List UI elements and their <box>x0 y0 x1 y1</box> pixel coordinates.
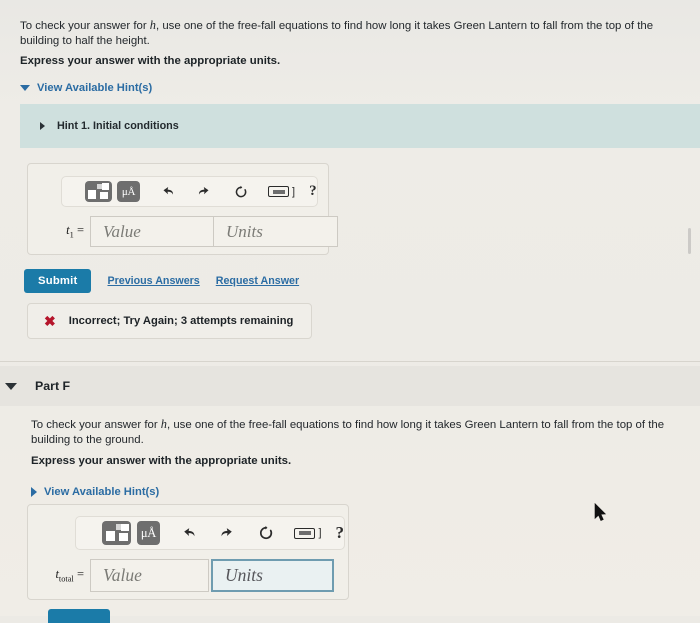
part-f-question-prefix: To check your answer for <box>31 419 161 431</box>
part-f-value-input[interactable]: Value <box>90 559 209 592</box>
chevron-right-icon <box>31 487 37 497</box>
part-e-instruction: Express your answer with the appropriate… <box>20 55 281 67</box>
units-picker-icon[interactable]: μÅ <box>136 521 161 545</box>
reset-icon[interactable] <box>234 185 248 199</box>
part-f-question: To check your answer for h, use one of t… <box>31 417 686 447</box>
part-f-units-input[interactable]: Units <box>211 559 334 592</box>
part-f-field-row: ttotal = Value Units <box>36 559 334 592</box>
redo-icon[interactable] <box>219 526 236 541</box>
keyboard-shortcuts-icon[interactable]: ] <box>268 186 295 198</box>
hint-1-row[interactable]: Hint 1. Initial conditions <box>40 120 179 132</box>
lhs-subscript: total <box>58 574 74 584</box>
part-e-submit-button[interactable]: Submit <box>24 269 92 293</box>
part-f-collapse-chevron-icon[interactable] <box>5 382 17 390</box>
part-e-answer-widget: μÅ ] ? t1 = Value Units <box>27 163 338 255</box>
scrollbar-artifact <box>688 228 691 254</box>
section-divider <box>0 361 700 362</box>
part-e-question: To check your answer for h, use one of t… <box>20 18 684 48</box>
lhs-equals: = <box>73 223 84 238</box>
part-e-question-prefix: To check your answer for <box>20 20 150 32</box>
chevron-down-icon <box>20 85 30 91</box>
part-e-hint-panel: Hint 1. Initial conditions <box>20 104 700 148</box>
part-f-title: Part F <box>35 379 71 393</box>
part-e-previous-answers-link[interactable]: Previous Answers <box>107 275 199 287</box>
part-f-instruction: Express your answer with the appropriate… <box>31 455 292 467</box>
help-icon[interactable]: ? <box>309 183 317 200</box>
lhs-equals: = <box>73 567 84 582</box>
part-e-units-input[interactable]: Units <box>214 216 338 247</box>
part-e-field-row: t1 = Value Units <box>36 216 338 247</box>
template-picker-icon[interactable] <box>85 181 112 202</box>
hint-1-label: Hint 1. Initial conditions <box>57 120 179 132</box>
undo-icon[interactable] <box>160 185 175 199</box>
part-e-feedback-box: ✖ Incorrect; Try Again; 3 attempts remai… <box>27 303 312 339</box>
undo-icon[interactable] <box>180 526 197 541</box>
part-f-answer-widget: μÅ ] ? ttotal = Value Units <box>27 504 349 600</box>
part-e-view-hints-label: View Available Hint(s) <box>37 82 153 94</box>
part-e-request-answer-link[interactable]: Request Answer <box>216 275 299 287</box>
mouse-cursor <box>594 502 607 527</box>
part-e-value-input[interactable]: Value <box>90 216 214 247</box>
keyboard-bracket: ] <box>292 185 296 198</box>
part-f-header[interactable]: Part F <box>0 366 700 406</box>
part-f-answer-label: ttotal = <box>36 567 90 584</box>
help-icon[interactable]: ? <box>336 523 345 543</box>
keyboard-shortcuts-icon[interactable]: ] <box>294 527 322 539</box>
template-picker-icon[interactable] <box>102 521 131 545</box>
incorrect-x-icon: ✖ <box>44 313 56 329</box>
part-e-answer-label: t1 = <box>36 223 90 240</box>
part-f-answer-toolbar: μÅ ] ? <box>75 516 345 550</box>
chevron-right-icon <box>40 122 45 130</box>
part-e-answer-toolbar: μÅ ] ? <box>61 176 318 207</box>
reset-icon[interactable] <box>258 525 274 541</box>
part-f-view-hints-label: View Available Hint(s) <box>44 486 160 498</box>
part-f-submit-button-partial[interactable] <box>48 609 110 623</box>
redo-icon[interactable] <box>197 185 212 199</box>
part-e-feedback-text: Incorrect; Try Again; 3 attempts remaini… <box>68 315 294 327</box>
units-picker-icon[interactable]: μÅ <box>117 181 140 202</box>
part-e-view-hints-toggle[interactable]: View Available Hint(s) <box>20 82 152 94</box>
part-f-view-hints-toggle[interactable]: View Available Hint(s) <box>31 486 159 498</box>
keyboard-bracket: ] <box>318 527 322 539</box>
part-e-actions: Submit Previous Answers Request Answer <box>24 269 299 293</box>
